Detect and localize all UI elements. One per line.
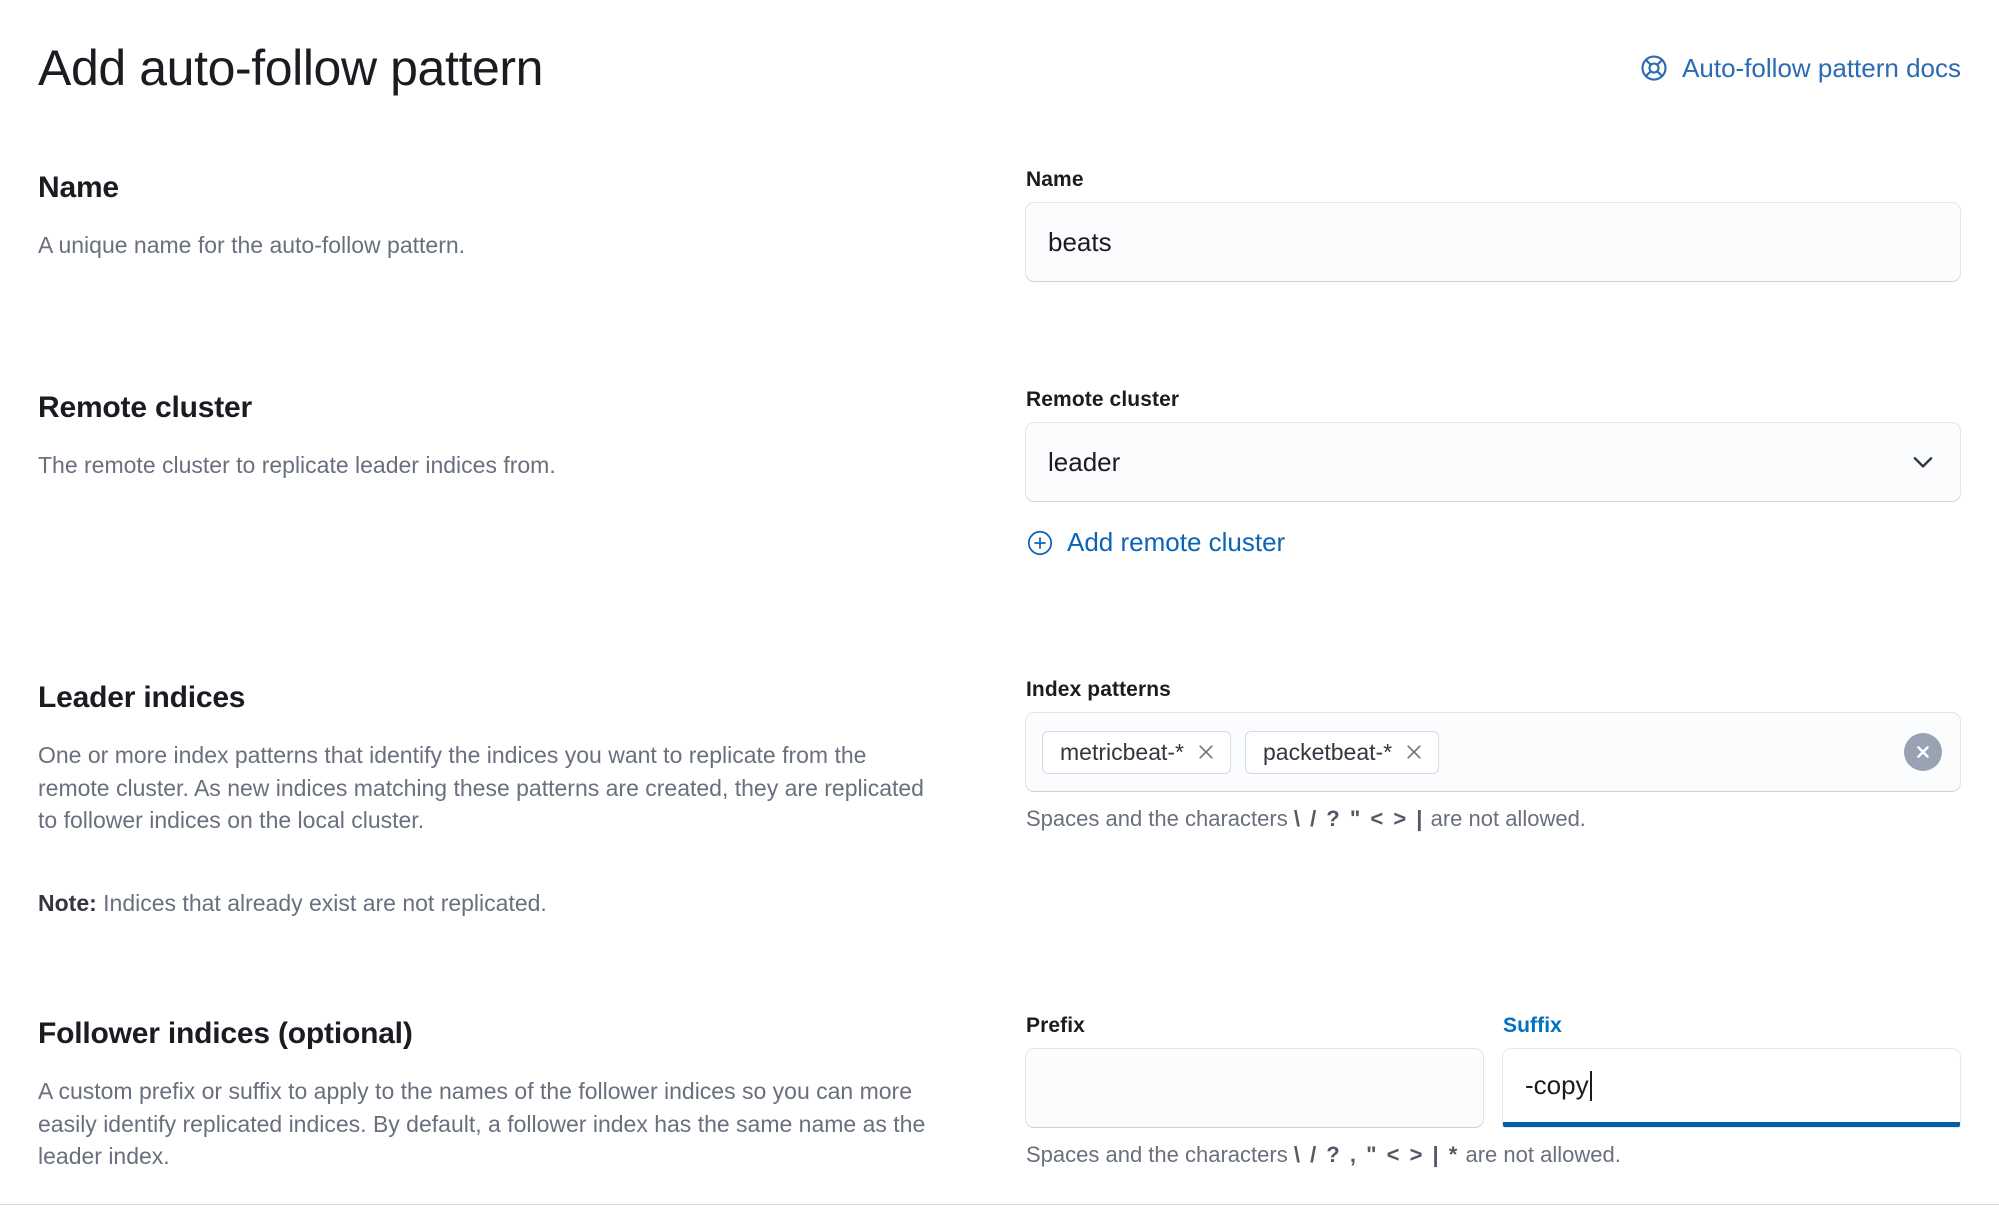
prefix-field-label: Prefix	[1026, 1014, 1085, 1037]
help-text-prefix: Spaces and the characters	[1026, 1142, 1288, 1167]
docs-link-label: Auto-follow pattern docs	[1682, 52, 1961, 83]
note-text: Indices that already exist are not repli…	[103, 889, 547, 916]
suffix-input-value: -copy	[1525, 1070, 1589, 1100]
section-leader-indices-title: Leader indices	[38, 681, 246, 714]
section-name-description: A unique name for the auto-follow patter…	[38, 232, 466, 258]
remove-pill-icon[interactable]	[1404, 742, 1424, 762]
section-leader-indices-note: Note: Indices that already exist are not…	[38, 887, 940, 920]
suffix-input[interactable]: -copy	[1503, 1049, 1960, 1127]
prefix-suffix-help-text: Spaces and the characters \ / ? , " < > …	[1026, 1140, 1960, 1170]
help-text-suffix: are not allowed.	[1465, 1142, 1621, 1167]
help-lifebuoy-icon	[1639, 53, 1669, 83]
chevron-down-icon[interactable]	[1908, 447, 1938, 477]
prefix-field-group: Prefix	[1026, 1014, 1483, 1127]
section-follower-indices-title: Follower indices (optional)	[38, 1017, 413, 1050]
add-remote-cluster-label: Add remote cluster	[1067, 527, 1286, 557]
page-header: Add auto-follow pattern Auto-follow patt…	[38, 32, 1961, 104]
index-pattern-pill-label: packetbeat-*	[1262, 738, 1393, 765]
section-leader-indices: Leader indices One or more index pattern…	[0, 678, 1999, 920]
section-name-text: Name A unique name for the auto-follow p…	[0, 168, 1000, 281]
note-label: Note:	[38, 889, 97, 916]
index-pattern-pill[interactable]: metricbeat-*	[1042, 730, 1231, 774]
prefix-input[interactable]	[1026, 1049, 1483, 1127]
remote-cluster-selected-value: leader	[1048, 446, 1121, 477]
section-leader-indices-description: One or more index patterns that identify…	[38, 742, 924, 834]
section-leader-indices-text: Leader indices One or more index pattern…	[0, 678, 1000, 920]
page-title: Add auto-follow pattern	[38, 39, 544, 96]
section-follower-indices-text: Follower indices (optional) A custom pre…	[0, 1014, 1000, 1173]
section-remote-cluster-text: Remote cluster The remote cluster to rep…	[0, 388, 1000, 562]
section-remote-cluster-form: Remote cluster leader Add remote cluster	[1000, 388, 1999, 562]
index-patterns-field-label: Index patterns	[1026, 678, 1171, 701]
plus-in-circle-icon	[1026, 529, 1054, 557]
section-name-form: Name beats	[1000, 168, 1999, 281]
section-remote-cluster-title: Remote cluster	[38, 391, 252, 424]
index-patterns-combobox[interactable]: metricbeat-* packetbeat-*	[1026, 713, 1960, 791]
index-pattern-pill[interactable]: packetbeat-*	[1244, 730, 1440, 774]
add-auto-follow-pattern-page: Add auto-follow pattern Auto-follow patt…	[0, 0, 1999, 1212]
index-patterns-pill-list: metricbeat-* packetbeat-*	[1042, 730, 1904, 774]
bottom-divider	[0, 1204, 1999, 1205]
section-follower-indices-description: A custom prefix or suffix to apply to th…	[38, 1078, 926, 1170]
help-text-prefix: Spaces and the characters	[1026, 806, 1288, 831]
help-text-chars: \ / ? " < > |	[1293, 806, 1425, 831]
section-remote-cluster: Remote cluster The remote cluster to rep…	[0, 388, 1999, 562]
remote-cluster-field-label: Remote cluster	[1026, 388, 1180, 411]
add-remote-cluster-link[interactable]: Add remote cluster	[1026, 527, 1285, 558]
remove-pill-icon[interactable]	[1196, 742, 1216, 762]
section-name: Name A unique name for the auto-follow p…	[0, 168, 1999, 281]
section-name-title: Name	[38, 171, 119, 204]
name-field-label: Name	[1026, 168, 1084, 191]
remote-cluster-select[interactable]: leader	[1026, 423, 1960, 501]
index-pattern-pill-label: metricbeat-*	[1060, 738, 1184, 765]
prefix-suffix-grid: Prefix Suffix -copy	[1026, 1014, 1960, 1127]
text-cursor	[1589, 1070, 1592, 1101]
section-remote-cluster-description: The remote cluster to replicate leader i…	[38, 452, 556, 478]
suffix-field-label: Suffix	[1503, 1014, 1562, 1037]
name-input[interactable]: beats	[1026, 203, 1960, 281]
section-follower-indices-form: Prefix Suffix -copy Spaces and the chara…	[1000, 1014, 1999, 1173]
clear-all-circle-icon[interactable]	[1904, 733, 1942, 771]
index-patterns-help-text: Spaces and the characters \ / ? " < > | …	[1026, 804, 1960, 834]
help-text-chars: \ / ? , " < > | *	[1293, 1142, 1460, 1167]
help-text-suffix: are not allowed.	[1430, 806, 1586, 831]
section-leader-indices-form: Index patterns metricbeat-* packetbeat-*	[1000, 678, 1999, 920]
suffix-field-group: Suffix -copy	[1503, 1014, 1960, 1127]
name-input-value: beats	[1048, 226, 1112, 257]
auto-follow-pattern-docs-link[interactable]: Auto-follow pattern docs	[1639, 53, 1961, 84]
section-follower-indices: Follower indices (optional) A custom pre…	[0, 1014, 1999, 1173]
